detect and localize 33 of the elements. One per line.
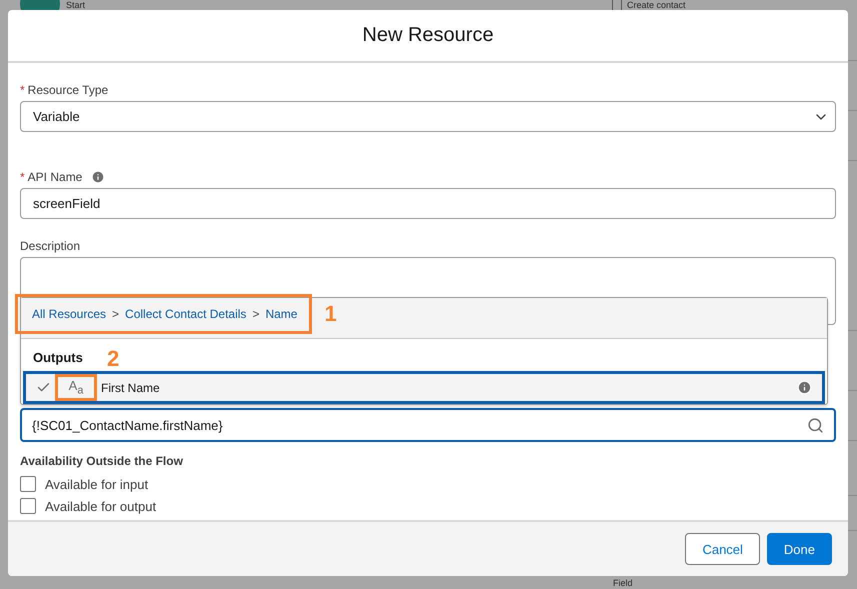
checkbox-label: Available for input	[45, 476, 148, 492]
canvas-label: Field	[613, 578, 633, 588]
field-label: API Name	[28, 170, 82, 184]
breadcrumb-separator: >	[112, 307, 120, 322]
required-mark: *	[20, 83, 25, 98]
checkbox-label: Available for output	[45, 498, 156, 514]
option-label: First Name	[101, 380, 161, 395]
breadcrumb-link[interactable]: Name	[265, 307, 298, 322]
field-label: Resource Type	[28, 83, 108, 98]
section-heading: Outputs	[33, 350, 83, 366]
section-heading: Availability Outside the Flow	[20, 454, 184, 468]
canvas-label: Create contact	[627, 0, 686, 10]
breadcrumb-link[interactable]: All Resources	[32, 307, 106, 322]
done-button[interactable]: Done	[766, 533, 832, 566]
annotation-number: 2	[107, 348, 120, 370]
cancel-button[interactable]: Cancel	[685, 533, 760, 566]
resource-search-field[interactable]: {!SC01_ContactName.firstName}	[20, 408, 836, 442]
breadcrumb-link[interactable]: Collect Contact Details	[125, 307, 246, 322]
search-icon[interactable]	[807, 416, 824, 434]
dialog-title: New Resource	[362, 24, 494, 48]
checkbox[interactable]	[20, 476, 36, 492]
breadcrumb-separator: >	[252, 307, 260, 322]
info-icon[interactable]	[797, 380, 812, 396]
field-label: Description	[20, 239, 80, 254]
api-name-field[interactable]: screenField	[20, 188, 836, 220]
text-type-icon: A$_{a}$	[68, 378, 84, 397]
resource-option[interactable]: A$_{a}$ First Name	[23, 371, 825, 404]
checkbox[interactable]	[20, 498, 36, 514]
info-icon[interactable]	[91, 170, 106, 184]
annotation-number: 1	[324, 301, 337, 328]
required-mark: *	[20, 170, 25, 184]
resource-type-select[interactable]: Variable	[20, 101, 836, 132]
canvas-label: Start	[66, 0, 86, 10]
